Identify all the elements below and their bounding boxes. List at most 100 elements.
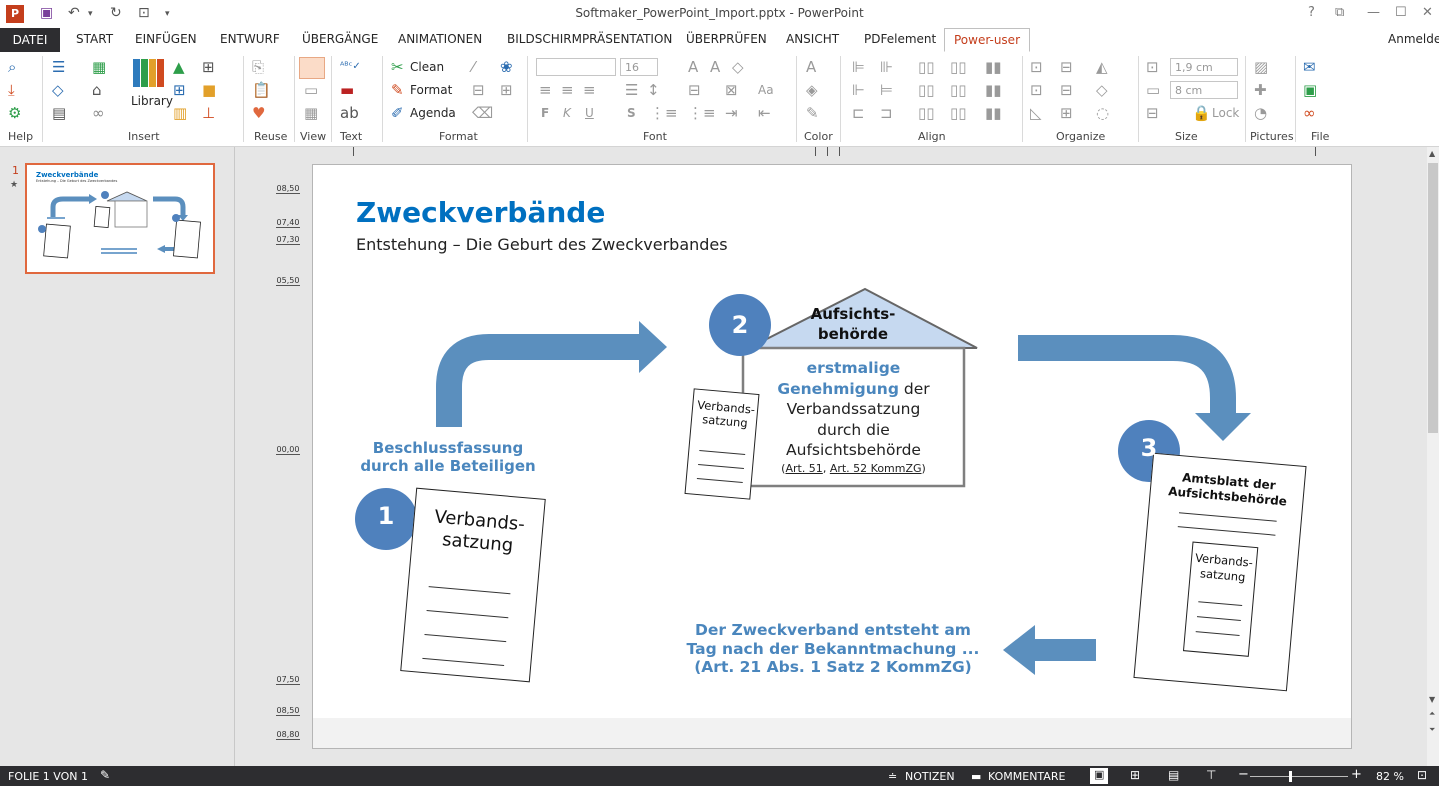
shadow-icon[interactable]: S	[627, 105, 636, 121]
step2-document[interactable]: Verbands- satzung	[684, 388, 760, 500]
shape-icon[interactable]: ◇	[52, 82, 64, 98]
align-top-icon[interactable]: ▮▮	[985, 59, 1002, 75]
comments-icon[interactable]: ▬	[971, 770, 981, 783]
gear-icon[interactable]: ⚙	[8, 105, 21, 121]
tab-animationen[interactable]: ANIMATIONEN	[398, 32, 482, 46]
tab-power-user[interactable]: Power-user	[944, 28, 1030, 52]
email-icon[interactable]: ✉	[1303, 59, 1316, 75]
slide-thumbnail[interactable]: Zweckverbände Entstehung – Die Geburt de…	[25, 163, 215, 274]
selection-icon[interactable]: ◌	[1096, 105, 1109, 121]
share-link-icon[interactable]: ∞	[1303, 105, 1316, 121]
tab-pdfelement[interactable]: PDFelement	[864, 32, 936, 46]
color-palette-icon[interactable]: ❀	[500, 59, 513, 75]
grow-font-icon[interactable]: A	[688, 59, 698, 75]
align-middle-icon[interactable]: ⊨	[880, 82, 893, 98]
align-bottom-icon[interactable]: ▮▮	[985, 82, 1002, 98]
font-color-icon[interactable]: A	[806, 59, 816, 75]
align-left-icon[interactable]: ≡	[539, 82, 552, 98]
paragraph-spacing-icon[interactable]: ↕	[647, 82, 660, 98]
width-input[interactable]: 1,9 cm	[1170, 58, 1238, 76]
tab-bildschirmpraesentation[interactable]: BILDSCHIRMPRÄSENTATION	[507, 32, 672, 46]
agenda-icon[interactable]: ✐	[391, 105, 404, 121]
distribute-v-icon[interactable]: ▯▯	[950, 59, 967, 75]
align-center-icon[interactable]: ≡	[561, 82, 574, 98]
abc-icon[interactable]: ab	[340, 105, 359, 121]
align-objects-right-icon[interactable]: ⊩	[852, 82, 865, 98]
bold-icon[interactable]: F	[541, 105, 549, 121]
width-icon[interactable]: ⊡	[1146, 59, 1159, 75]
stack-h-icon[interactable]: ▯▯	[918, 82, 935, 98]
normal-view-button[interactable]: ▣	[1090, 768, 1108, 784]
prev-slide-icon[interactable]: ⏶	[1429, 709, 1435, 719]
font-name-input[interactable]	[536, 58, 616, 76]
tab-ansicht[interactable]: ANSICHT	[786, 32, 839, 46]
view-slides-button[interactable]	[299, 57, 325, 79]
eraser-icon[interactable]: ⌫	[472, 105, 493, 121]
distribute-h-icon[interactable]: ▯▯	[918, 59, 935, 75]
spacing-icon[interactable]: ▮▮	[985, 105, 1002, 121]
align-objects-left-icon[interactable]: ⊫	[852, 59, 865, 75]
step1-document[interactable]: Verbands- satzung	[400, 487, 546, 683]
list-icon[interactable]: ☰	[52, 59, 65, 75]
picture-icon[interactable]: ▨	[1254, 59, 1268, 75]
tab-einfuegen[interactable]: EINFÜGEN	[135, 32, 197, 46]
lock-icon[interactable]: 🔒	[1192, 105, 1211, 121]
comments-button[interactable]: KOMMENTARE	[988, 770, 1065, 783]
crop-icon[interactable]: ◺	[1030, 105, 1042, 121]
format-button[interactable]: Format	[410, 83, 452, 97]
line-color-icon[interactable]: ✎	[806, 105, 819, 121]
maximize-button[interactable]: ☐	[1395, 5, 1407, 20]
reading-view-icon[interactable]: ▤	[1168, 768, 1179, 782]
next-slide-icon[interactable]: ⏷	[1429, 725, 1435, 735]
text-direction-icon[interactable]: ⊠	[725, 82, 738, 98]
notes-icon[interactable]: ≐	[888, 770, 897, 783]
tab-uebergaenge[interactable]: ÜBERGÄNGE	[302, 32, 378, 46]
slideshow-icon[interactable]: ⊤	[1206, 768, 1216, 782]
send-backward-icon[interactable]: ⊟	[1060, 82, 1073, 98]
bullets-icon[interactable]: ⋮≡	[650, 105, 678, 121]
org-chart-icon[interactable]: ⊞	[173, 82, 186, 98]
clean-button[interactable]: Clean	[410, 60, 444, 74]
search-icon[interactable]: ⌕	[8, 59, 16, 75]
zoom-in-icon[interactable]: +	[1351, 767, 1362, 782]
outdent-icon[interactable]: ⇤	[758, 105, 771, 121]
italic-icon[interactable]: K	[563, 105, 571, 121]
bar-chart-icon[interactable]: ▥	[173, 105, 187, 121]
tab-ueberpruefen[interactable]: ÜBERPRÜFEN	[686, 32, 767, 46]
zoom-out-icon[interactable]: −	[1238, 767, 1249, 782]
tab-start[interactable]: START	[76, 32, 113, 46]
rotate-icon[interactable]: ◭	[1096, 59, 1108, 75]
scroll-down-icon[interactable]: ▼	[1429, 695, 1435, 704]
step1-caption[interactable]: Beschlussfassung durch alle Beteiligen	[348, 439, 548, 475]
clear-format-icon[interactable]: ◇	[732, 59, 744, 75]
group-objects-icon[interactable]: ⊡	[1030, 59, 1043, 75]
link-icon[interactable]: ∞	[92, 105, 105, 121]
scroll-thumb[interactable]	[1428, 163, 1438, 433]
columns-icon[interactable]: ⊟	[688, 82, 701, 98]
height-icon[interactable]: ▭	[1146, 82, 1160, 98]
grid-align-icon[interactable]: ▯▯	[950, 105, 967, 121]
crop-picture-icon[interactable]: ✚	[1254, 82, 1267, 98]
slide-canvas[interactable]: Zweckverbände Entstehung – Die Geburt de…	[312, 164, 1352, 749]
close-button[interactable]: ✕	[1422, 5, 1433, 20]
ribbon-display-options-icon[interactable]: ⧉	[1335, 5, 1344, 20]
slide-title[interactable]: Zweckverbände	[356, 196, 605, 229]
textbox-icon[interactable]: ▤	[52, 105, 66, 121]
height-input[interactable]: 8 cm	[1170, 81, 1238, 99]
spellcheck-icon[interactable]: ᴬᴮᶜ✓	[340, 59, 361, 75]
numbering-icon[interactable]: ⋮≡	[688, 105, 716, 121]
match-height-icon[interactable]: ⊐	[880, 105, 893, 121]
underline-icon[interactable]: U	[585, 105, 594, 121]
step3-gazette-document[interactable]: Amtsblatt der Aufsichtsbehörde Verbands-…	[1133, 452, 1307, 692]
compress-icon[interactable]: ◔	[1254, 105, 1267, 121]
format-copy-icon[interactable]: ⊞	[500, 82, 513, 98]
camera-icon[interactable]: ⌂	[92, 82, 102, 98]
zoom-slider[interactable]	[1250, 771, 1348, 782]
clean-icon[interactable]: ✂	[391, 59, 404, 75]
sign-in-link[interactable]: Anmelden	[1388, 32, 1439, 46]
zoom-level[interactable]: 82 %	[1376, 770, 1404, 783]
vertical-ruler[interactable]: 08,50 07,40 07,30 05,50 00,00 07,50 08,5…	[270, 180, 302, 740]
language-flag-icon[interactable]: ▬	[340, 82, 354, 98]
format-painter-icon[interactable]: ⊟	[472, 82, 485, 98]
ungroup-icon[interactable]: ⊟	[1060, 59, 1073, 75]
